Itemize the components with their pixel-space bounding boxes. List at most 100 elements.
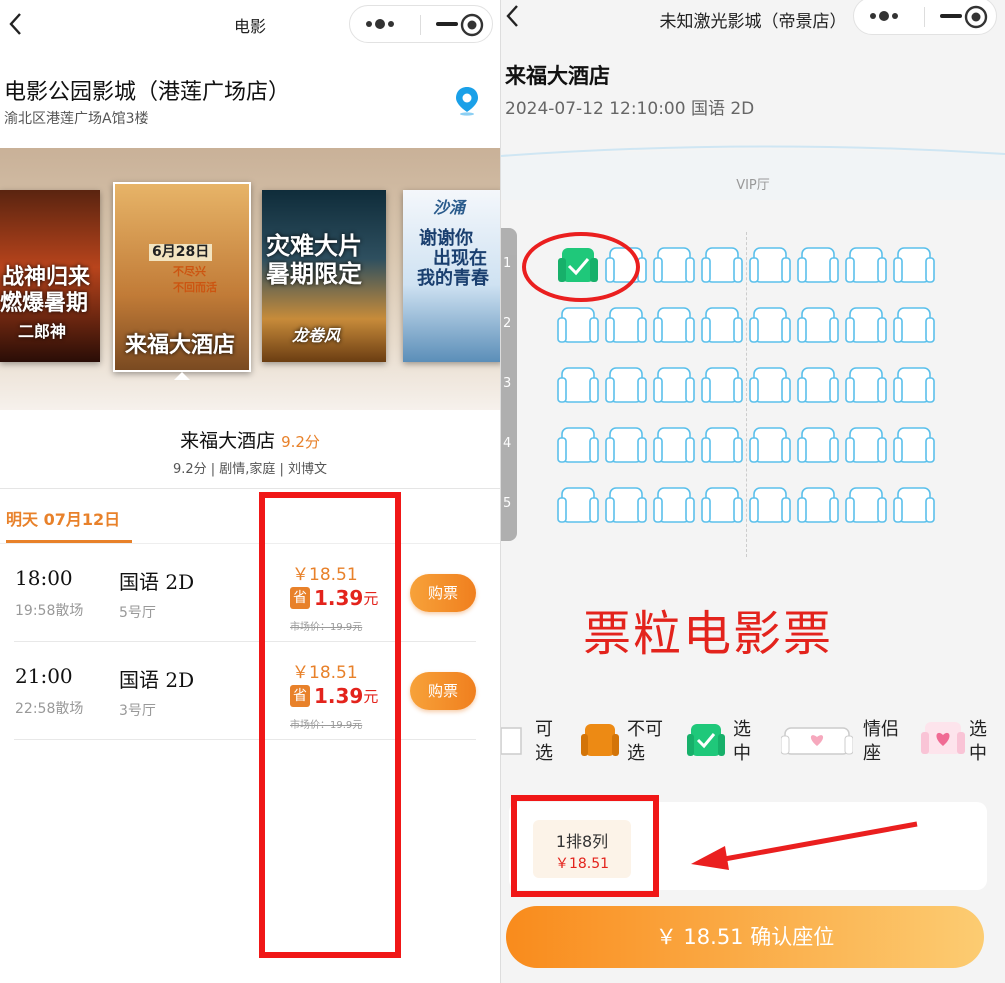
poster-text: 谢谢你 [419,228,473,249]
price-highlight-annotation [259,492,401,958]
start-time: 18:00 [15,566,73,590]
seat-available[interactable] [699,304,745,350]
capsule-divider [420,15,421,35]
seat-available[interactable] [891,424,937,470]
row-label: 1 [503,256,512,271]
seat-available[interactable] [603,484,649,530]
cinema-name: 电影公园影城（港莲广场店） [4,80,291,105]
seat-available[interactable] [555,424,601,470]
seat-available[interactable] [891,484,937,530]
movie-meta: 9.2分 | 剧情,家庭 | 刘博文 [172,462,328,477]
seat-available[interactable] [843,484,889,530]
seat-available[interactable] [603,364,649,410]
seat-available[interactable] [555,304,601,350]
seat-available[interactable] [843,364,889,410]
poster-text: 不回而活 [173,281,217,294]
mini-program-capsule [349,5,493,43]
legend-label: 不可 选 [627,719,663,764]
row-label: 2 [503,316,512,331]
cinema-showtimes-screen: 电影 电影公园影城（港莲广场店） 渝北区港莲广场A馆3楼 战神归来 燃爆暑期 二… [0,0,500,983]
seat-available[interactable] [699,244,745,290]
seat-available[interactable] [747,244,793,290]
poster-text: 二郎神 [18,322,67,341]
movie-title: 来福大酒店 [505,64,610,88]
seat-available[interactable] [603,424,649,470]
seat-available[interactable] [651,424,697,470]
poster-text: 6月28日 [149,244,213,261]
seat-available[interactable] [651,244,697,290]
showtime-row[interactable]: 18:00 19:58散场 国语 2D 5号厅 ￥18.51 省 1.39元 市场… [14,544,476,642]
seat-available[interactable] [795,424,841,470]
buy-ticket-button[interactable]: 购票 [410,574,476,612]
seat-available[interactable] [747,424,793,470]
seat-available[interactable] [603,304,649,350]
poster-text: 不尽兴 [173,265,206,278]
showtime-row[interactable]: 21:00 22:58散场 国语 2D 3号厅 ￥18.51 省 1.39元 市场… [14,642,476,740]
seat-available[interactable] [891,364,937,410]
minimize-icon[interactable] [436,22,458,26]
seat-available[interactable] [795,364,841,410]
capsule-divider [924,7,925,27]
more-icon[interactable] [364,15,398,33]
poster-text: 燃爆暑期 [0,291,89,316]
poster-text: 龙卷风 [292,326,341,345]
seat-available[interactable] [747,484,793,530]
seat-selection-screen: 未知激光影城（帝景店） 来福大酒店 2024-07-12 12:10:00 国语… [501,0,1005,983]
seat-available[interactable] [699,364,745,410]
couple-selected-icon [921,722,965,754]
seat-available[interactable] [651,304,697,350]
seat-available[interactable] [843,424,889,470]
buy-ticket-button[interactable]: 购票 [410,672,476,710]
close-target-icon[interactable] [964,5,988,29]
minimize-icon[interactable] [940,14,962,18]
more-icon[interactable] [868,7,902,25]
cinema-address: 渝北区港莲广场A馆3楼 [4,111,149,127]
seat-available[interactable] [651,364,697,410]
seat-available[interactable] [747,364,793,410]
seat-available[interactable] [795,484,841,530]
seat-available[interactable] [747,304,793,350]
poster-text: 灾难大片 [266,232,362,260]
ticket-highlight-annotation [511,795,659,897]
date-tab[interactable]: 明天 07月12日 [6,506,120,530]
selected-seat-circle-annotation [522,232,640,302]
row-label: 3 [503,376,512,391]
seat-available[interactable] [795,244,841,290]
available-seat-icon [501,727,522,755]
seat-available[interactable] [699,424,745,470]
seat-available[interactable] [843,244,889,290]
selected-seat-icon [687,724,725,756]
end-time: 22:58散场 [15,701,84,717]
poster-erlangshen[interactable]: 战神归来 燃爆暑期 二郎神 [0,190,100,362]
seat-available[interactable] [555,364,601,410]
start-time: 21:00 [15,664,73,688]
poster-text: 沙涌 [433,198,466,217]
seat-available[interactable] [891,244,937,290]
seat-available[interactable] [891,304,937,350]
nav-bar: 电影 [0,0,500,48]
confirm-seat-button[interactable]: ￥ 18.51 确认座位 [506,906,984,968]
poster-longjuanfeng[interactable]: 灾难大片 暑期限定 龙卷风 [262,190,386,362]
seat-available[interactable] [843,304,889,350]
seat-available[interactable] [555,484,601,530]
poster-shayong[interactable]: 沙涌 谢谢你 出现在 我的青春 [403,190,500,362]
close-target-icon[interactable] [460,13,484,37]
hall: 5号厅 [119,605,156,621]
poster-text: 战神归来 [2,265,91,290]
selected-poster-indicator [174,372,190,380]
seat-available[interactable] [699,484,745,530]
movie-title: 来福大酒店 [180,430,276,452]
end-time: 19:58散场 [15,603,84,619]
location-pin-icon[interactable] [454,86,480,116]
row-label: 4 [503,436,512,451]
poster-text: 我的青春 [417,268,489,289]
seat-available[interactable] [651,484,697,530]
seat-available[interactable] [795,304,841,350]
language-format: 国语 2D [119,570,195,594]
poster-text: 出现在 [433,248,487,269]
movie-title-line: 来福大酒店 9.2分 [0,426,500,453]
poster-laifu[interactable]: 6月28日 不尽兴 不回而活 来福大酒店 [113,182,251,372]
poster-text: 暑期限定 [266,260,362,288]
arrow-annotation [691,821,918,870]
legend-label: 选 中 [733,719,751,764]
